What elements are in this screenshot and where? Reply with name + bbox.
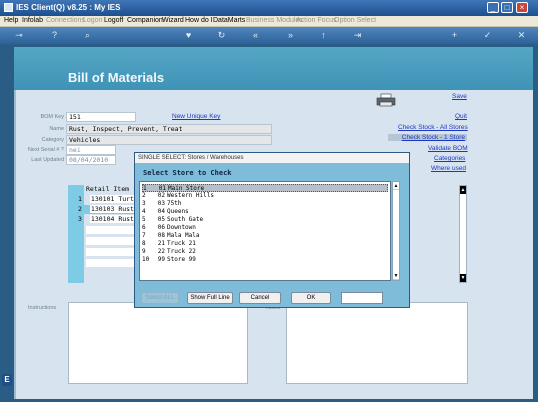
scroll-down-icon[interactable]: ▼ <box>460 274 466 282</box>
list-item[interactable]: 9 22 Truck 22 <box>142 248 388 256</box>
menu-help[interactable]: Help <box>4 17 18 24</box>
menu-option-select: Option Select <box>334 17 377 24</box>
category-label: Category <box>41 137 64 143</box>
list-item[interactable]: 10 99 Store 99 <box>142 256 388 264</box>
select-all-button: Select ALL <box>141 292 179 304</box>
next-serial-label: Next Serial # ? <box>27 147 64 153</box>
list-item[interactable]: 1 01 Main Store <box>142 184 388 192</box>
check-stock-all-link[interactable]: Check Stock - All Stores <box>398 124 468 131</box>
help-icon[interactable]: ? <box>49 30 60 41</box>
page-title: Bill of Materials <box>68 70 165 85</box>
close-window-button[interactable]: × <box>516 2 528 13</box>
check-icon[interactable]: ✓ <box>482 30 493 41</box>
forward-icon[interactable]: » <box>285 30 296 41</box>
scroll-down-icon[interactable]: ▼ <box>393 272 399 280</box>
menu-infolab[interactable]: Infolab <box>22 17 43 24</box>
toolbar: ⊸ ? ⌕ ♥ ↻ « » ↑ ⇥ + ✓ ✕ <box>0 27 538 44</box>
minimize-button[interactable]: _ <box>487 2 499 13</box>
list-item[interactable]: 5 05 South Gate <box>142 216 388 224</box>
list-item[interactable]: 7 08 Mala Mala <box>142 232 388 240</box>
close-icon[interactable]: ✕ <box>516 30 527 41</box>
where-used-link[interactable]: Where used <box>431 165 466 172</box>
menu-how-do-i[interactable]: How do I <box>185 17 213 24</box>
show-full-line-button[interactable]: Show Full Line <box>187 292 233 304</box>
instructions-memo[interactable] <box>68 302 248 384</box>
new-unique-key-link[interactable]: New Unique Key <box>172 113 220 120</box>
list-item[interactable]: 4 04 Queens <box>142 208 388 216</box>
menu-bar: Help Infolab Connections Logon Logoff Co… <box>0 16 538 27</box>
panel-header: Bill of Materials <box>14 47 533 90</box>
grid-scrollbar[interactable]: ▲ ▼ <box>459 185 467 283</box>
rewind-icon[interactable]: « <box>250 30 261 41</box>
heart-icon[interactable]: ♥ <box>183 30 194 41</box>
list-item[interactable]: 3 03 75th <box>142 200 388 208</box>
validate-bom-link[interactable]: Validate BOM <box>428 145 468 152</box>
menu-business-modules: Business Modules <box>246 17 303 24</box>
quit-link[interactable]: Quit <box>455 113 467 120</box>
bom-key-field[interactable]: 151 <box>66 112 136 122</box>
window-titlebar: IES Client(Q) v8.25 : My IES _ □ × <box>0 0 538 16</box>
store-select-dialog: SINGLE SELECT: Stores / Warehouses Selec… <box>134 152 410 308</box>
maximize-button[interactable]: □ <box>501 2 513 13</box>
dialog-title: SINGLE SELECT: Stores / Warehouses <box>135 153 409 163</box>
menu-connections: Connections <box>46 17 85 24</box>
dialog-search-input[interactable] <box>341 292 383 304</box>
app-icon <box>4 3 13 12</box>
list-item[interactable]: 2 02 Western Hills <box>142 192 388 200</box>
next-serial-field[interactable]: nei <box>66 145 116 155</box>
key-icon[interactable]: ⊸ <box>10 30 28 41</box>
grid-header: Retail Item <box>86 185 130 193</box>
dialog-heading: Select Store to Check <box>143 169 232 177</box>
refresh-icon[interactable]: ↻ <box>216 30 227 41</box>
search-icon[interactable]: ⌕ <box>82 30 93 41</box>
list-item[interactable]: 6 06 Downtown <box>142 224 388 232</box>
store-list[interactable]: 1 01 Main Store 2 02 Western Hills 3 03 75th 4… <box>139 181 391 281</box>
menu-datamarts[interactable]: DataMarts <box>213 17 245 24</box>
store-list-scrollbar[interactable]: ▲ ▼ <box>392 181 400 281</box>
menu-logoff[interactable]: Logoff <box>104 17 123 24</box>
scroll-up-icon[interactable]: ▲ <box>460 186 466 194</box>
notes-memo[interactable] <box>286 302 468 384</box>
menu-wizard[interactable]: Wizard <box>162 17 184 24</box>
list-item[interactable]: 8 21 Truck 21 <box>142 240 388 248</box>
check-stock-one-link[interactable]: Check Stock - 1 Store <box>388 134 467 141</box>
ok-button[interactable]: OK <box>291 292 331 304</box>
cancel-button[interactable]: Cancel <box>239 292 281 304</box>
upload-icon[interactable]: ↑ <box>318 30 329 41</box>
last-updated-label: Last Updated <box>31 157 64 163</box>
menu-companion[interactable]: Companion <box>127 17 163 24</box>
menu-logon: Logon <box>83 17 103 24</box>
name-field[interactable]: Rust, Inspect, Prevent, Treat <box>66 124 272 134</box>
bom-key-label: BOM Key <box>40 114 64 120</box>
end-icon[interactable]: ⇥ <box>352 30 363 41</box>
name-label: Name <box>49 126 64 132</box>
e-icon[interactable]: E <box>2 374 12 386</box>
scroll-up-icon[interactable]: ▲ <box>393 182 399 190</box>
window-title: IES Client(Q) v8.25 : My IES <box>16 3 121 12</box>
instructions-label: Instructions <box>28 305 57 311</box>
save-link[interactable]: Save <box>452 93 467 100</box>
categories-link[interactable]: Categories <box>434 155 465 162</box>
add-icon[interactable]: + <box>449 30 460 41</box>
last-updated-field[interactable]: 08/04/2010 <box>66 155 116 165</box>
category-field[interactable]: Vehicles <box>66 135 272 145</box>
printer-icon[interactable] <box>376 93 396 107</box>
menu-action-focus: Action Focus <box>296 17 337 24</box>
